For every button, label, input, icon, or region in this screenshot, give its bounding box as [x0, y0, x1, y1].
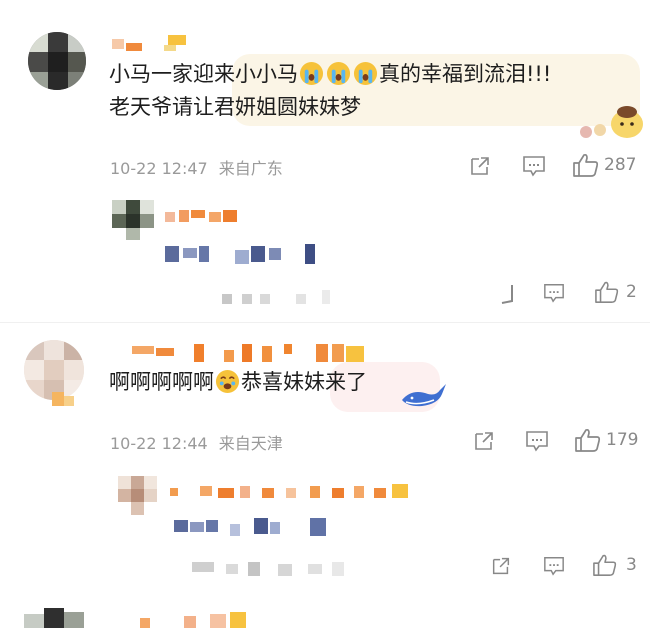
divider — [0, 322, 650, 323]
username-mosaic[interactable] — [112, 33, 192, 55]
badge-mosaic — [52, 392, 74, 406]
comment-icon[interactable] — [521, 154, 547, 178]
crying-emoji-icon — [353, 61, 378, 86]
thumbs-up-icon[interactable] — [574, 427, 602, 453]
reply-text-mosaic — [174, 518, 326, 536]
comment-text-part: 老天爷请让君妍姐圆妹妹梦 — [109, 95, 361, 119]
timestamp: 10-22 12:47 — [110, 159, 208, 178]
crying-emoji-icon — [326, 61, 351, 86]
thumbs-up-icon[interactable] — [592, 553, 618, 577]
like-count: 179 — [606, 430, 639, 450]
share-icon[interactable] — [500, 283, 516, 305]
like-count: 287 — [604, 155, 637, 175]
reply-username-mosaic[interactable] — [170, 482, 420, 502]
location: 来自天津 — [218, 434, 283, 453]
timestamp: 10-22 12:44 — [110, 434, 208, 453]
reply-meta-mosaic — [192, 562, 344, 576]
avatar-mosaic — [28, 32, 86, 90]
comment-text: 小马一家迎来小小马 真的幸福到流泪!!! 老天爷请让君妍姐圆妹妹梦 — [109, 58, 551, 124]
reply-avatar-mosaic[interactable] — [112, 200, 156, 242]
thumbs-up-icon[interactable] — [572, 152, 600, 178]
whale-decoration-icon — [402, 384, 446, 407]
like-count: 2 — [626, 282, 637, 302]
thumbs-up-icon[interactable] — [594, 280, 620, 304]
reply-avatar-mosaic[interactable] — [118, 476, 158, 516]
avatar-mosaic[interactable] — [24, 606, 84, 628]
comment-icon[interactable] — [524, 429, 550, 453]
share-icon[interactable] — [472, 429, 496, 453]
touched-emoji-icon — [215, 369, 240, 394]
comment-meta: 10-22 12:44 来自天津 — [110, 430, 283, 454]
location: 来自广东 — [218, 159, 283, 178]
reply-text-mosaic — [165, 244, 315, 264]
avatar-mosaic — [24, 340, 84, 400]
like-count: 3 — [626, 555, 637, 575]
username-mosaic[interactable] — [140, 610, 260, 628]
comment-text-part: 小马一家迎来小小马 — [109, 62, 298, 86]
reply-meta-mosaic — [222, 290, 330, 304]
reply-username-mosaic[interactable] — [165, 208, 245, 226]
avatar[interactable] — [24, 340, 84, 400]
share-icon[interactable] — [468, 154, 492, 178]
comment-icon[interactable] — [542, 555, 566, 577]
username-mosaic[interactable] — [132, 342, 372, 366]
comment-meta: 10-22 12:47 来自广东 — [110, 155, 283, 179]
comment-text: 啊啊啊啊啊 恭喜妹妹来了 — [109, 366, 367, 399]
avatar[interactable] — [28, 32, 86, 90]
share-icon[interactable] — [490, 555, 512, 577]
comment-text-part: 真的幸福到流泪!!! — [379, 62, 552, 86]
comment-text-part: 啊啊啊啊啊 — [109, 370, 214, 394]
mascot-decoration-icon — [580, 106, 643, 138]
crying-emoji-icon — [299, 61, 324, 86]
comment-icon[interactable] — [542, 282, 566, 304]
comment-text-part: 恭喜妹妹来了 — [241, 370, 367, 394]
